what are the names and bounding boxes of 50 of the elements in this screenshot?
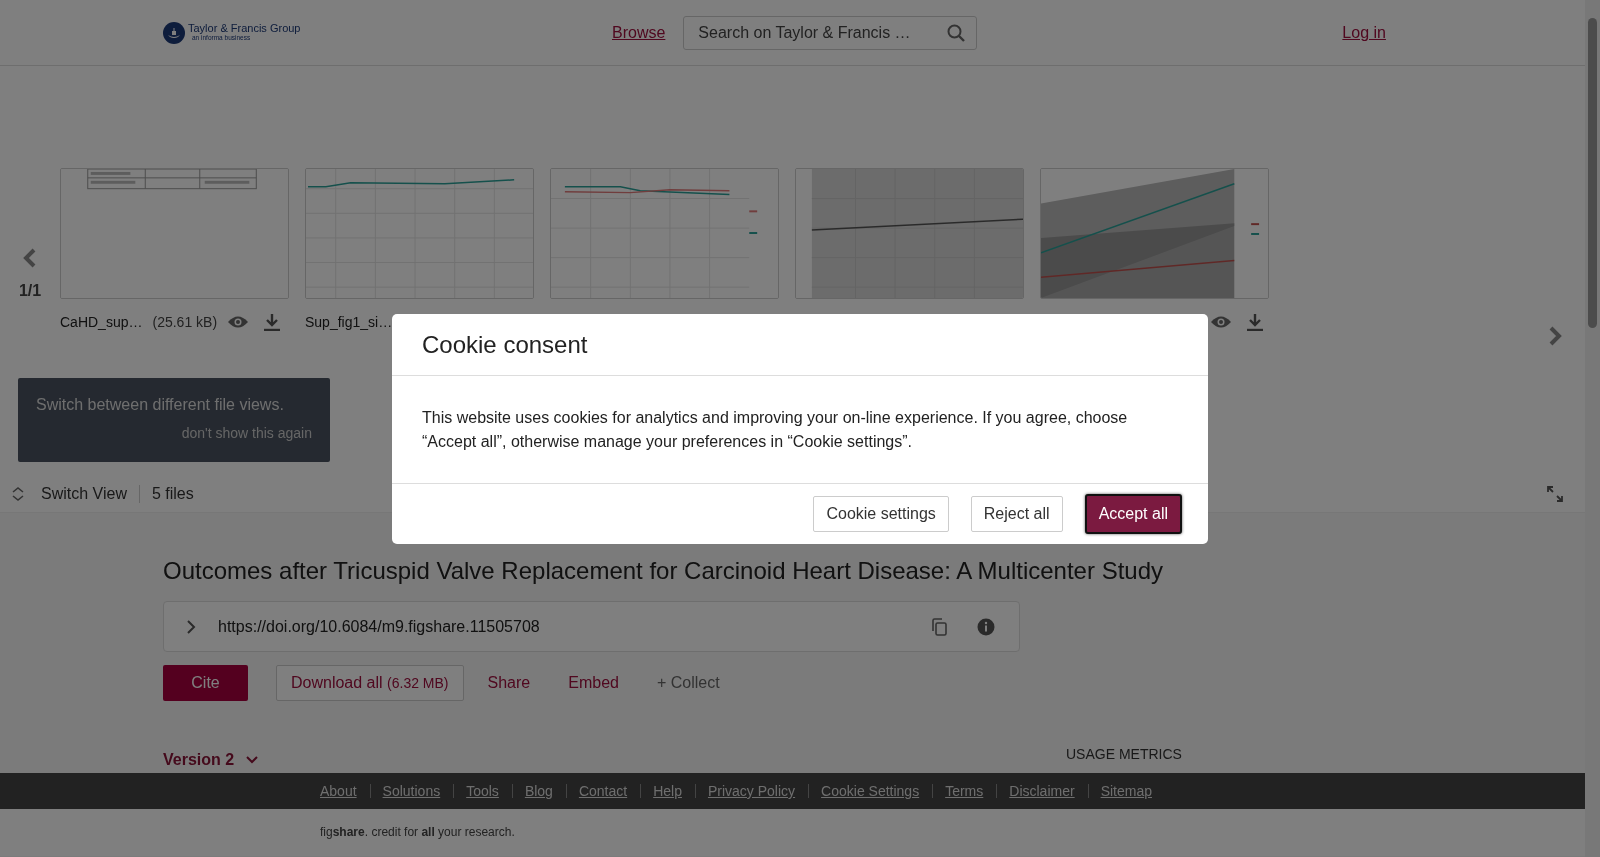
footer-link[interactable]: Blog xyxy=(524,783,553,799)
search-field[interactable]: Search on Taylor & Francis … xyxy=(683,15,978,50)
file-name[interactable]: CaHD_sup… xyxy=(60,314,143,330)
file-count: 5 files xyxy=(151,485,194,503)
download-icon[interactable] xyxy=(263,313,282,331)
footer-link[interactable]: Contact xyxy=(578,783,628,799)
expand-collapse-icon[interactable] xyxy=(11,486,25,502)
dialog-button[interactable]: Cookie settings xyxy=(813,496,949,532)
footer-link[interactable]: Sitemap xyxy=(1100,783,1152,799)
article-title: Outcomes after Tricuspid Valve Replacement for Carcinoid Heart Disease: A Multicenter Study xyxy=(163,557,1164,585)
footer-link[interactable]: Solutions xyxy=(382,783,441,799)
info-icon[interactable] xyxy=(977,617,995,636)
footer-link[interactable]: Terms xyxy=(945,783,984,799)
dialog-text: This website uses cookies for analytics and improving your on-line experience. If you agree, choose “Accept all”, otherwise manage your preferences in “Cookie settings”. xyxy=(392,376,1208,484)
copy-icon[interactable] xyxy=(931,617,947,636)
download-icon[interactable] xyxy=(1246,313,1264,331)
chevron-right-icon[interactable] xyxy=(186,618,196,635)
footer-link[interactable]: Tools xyxy=(466,783,499,799)
footer-link[interactable]: Privacy Policy xyxy=(707,783,796,799)
tooltip-text: Switch between different file views. xyxy=(36,396,285,414)
footer-link[interactable]: Cookie Settings xyxy=(821,783,920,799)
eye-icon[interactable] xyxy=(1210,315,1232,329)
dialog-button[interactable]: Reject all xyxy=(970,496,1063,532)
page-counter: 1/1 xyxy=(18,282,42,300)
chevron-down-icon[interactable] xyxy=(246,756,259,764)
chevron-right-icon[interactable] xyxy=(1548,326,1562,346)
footer-link[interactable]: Help xyxy=(653,783,682,799)
cite-button[interactable]: Cite xyxy=(163,665,248,701)
doi-link[interactable]: https://doi.org/10.6084/m9.figshare.11505708 xyxy=(218,617,931,636)
section-heading: USAGE METRICS xyxy=(1066,746,1182,762)
file-size: (25.61 kB) xyxy=(152,314,218,330)
login-link[interactable]: Log in xyxy=(1342,23,1386,42)
accept-button[interactable]: Accept all xyxy=(1084,494,1182,534)
collect-link[interactable]: + Collect xyxy=(642,666,734,700)
switch-view-button[interactable]: Switch View xyxy=(25,485,140,503)
search-icon[interactable] xyxy=(947,23,966,42)
eye-icon[interactable] xyxy=(227,315,250,329)
action-link[interactable]: Share xyxy=(473,666,545,700)
action-link[interactable]: Embed xyxy=(554,666,633,700)
file-name[interactable]: Sup_fig1_si… xyxy=(305,314,393,330)
footer-link[interactable]: Disclaimer xyxy=(1009,783,1075,799)
browse-link[interactable]: Browse xyxy=(612,23,666,42)
dialog-title: Cookie consent xyxy=(392,314,1208,376)
chevron-left-icon[interactable] xyxy=(23,248,37,268)
download-all-button[interactable]: Download all (6.32 MB) xyxy=(276,665,464,701)
fullscreen-icon[interactable] xyxy=(1547,486,1563,502)
credit-text: figshare. credit for all your research. xyxy=(0,809,1585,856)
footer-link[interactable]: About xyxy=(320,783,357,799)
dismiss-link[interactable]: don't show this again xyxy=(181,425,312,441)
version-selector[interactable]: Version 2 xyxy=(163,751,1066,769)
